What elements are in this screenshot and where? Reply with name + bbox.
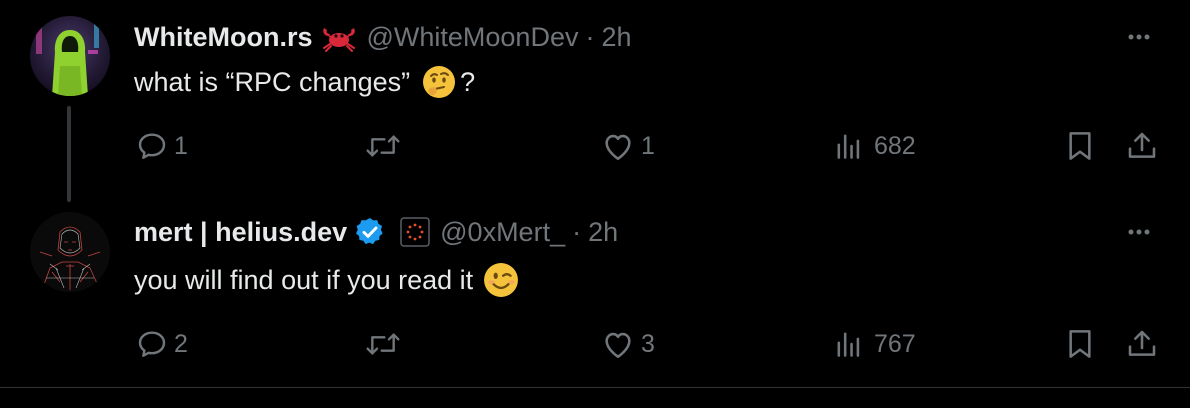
like-count: 1 xyxy=(641,131,655,160)
bookmark-icon xyxy=(1069,132,1091,160)
reply-count: 2 xyxy=(174,329,188,358)
reply-icon xyxy=(138,133,166,159)
handle[interactable]: @WhiteMoonDev xyxy=(366,22,578,53)
tweet-text: what is “RPC changes” ? xyxy=(134,60,475,104)
display-name[interactable]: mert | helius.dev xyxy=(134,217,347,248)
reply-button[interactable]: 1 xyxy=(136,126,188,166)
thinking-face-icon xyxy=(422,65,456,99)
separator-dot: · xyxy=(572,216,582,247)
repost-button[interactable] xyxy=(364,324,402,364)
reply-count: 1 xyxy=(174,131,188,160)
display-name[interactable]: WhiteMoon.rs xyxy=(134,22,312,53)
heart-icon xyxy=(605,332,631,359)
tweet-1[interactable]: WhiteMoon.rs @WhiteMoonDev · 2h what is … xyxy=(0,0,1190,202)
winking-face-icon xyxy=(483,262,519,298)
bookmark-icon xyxy=(1069,330,1091,358)
more-options-button[interactable] xyxy=(1124,217,1154,247)
action-bar: 1 1 682 xyxy=(0,126,1190,166)
tweet-header: mert | helius.dev @0xMert_ · 2h xyxy=(134,212,618,252)
helius-logo-icon[interactable] xyxy=(400,217,430,247)
tweet-text-body: you will find out if you read it xyxy=(134,264,474,295)
sketch-portrait-avatar-icon xyxy=(30,212,110,292)
share-button[interactable] xyxy=(1126,324,1158,364)
views-button[interactable]: 682 xyxy=(834,126,916,166)
like-button[interactable]: 3 xyxy=(601,324,655,364)
views-count: 767 xyxy=(874,329,916,358)
more-horizontal-icon xyxy=(1128,34,1150,40)
crab-icon xyxy=(320,22,358,52)
share-icon xyxy=(1128,330,1156,356)
reply-icon xyxy=(138,331,166,357)
tweet-text-body: what is “RPC changes” xyxy=(134,66,411,97)
avatar[interactable] xyxy=(30,16,110,96)
repost-icon xyxy=(366,135,400,157)
bookmark-button[interactable] xyxy=(1066,126,1094,166)
views-analytics-icon xyxy=(837,332,860,357)
views-button[interactable]: 767 xyxy=(834,324,916,364)
tweet-text: you will find out if you read it xyxy=(134,258,519,302)
heart-icon xyxy=(605,134,631,161)
verified-badge-icon xyxy=(354,216,386,248)
timestamp[interactable]: 2h xyxy=(601,22,631,53)
timestamp[interactable]: 2h xyxy=(588,217,618,248)
more-horizontal-icon xyxy=(1128,229,1150,235)
share-button[interactable] xyxy=(1126,126,1158,166)
like-button[interactable]: 1 xyxy=(601,126,655,166)
bookmark-button[interactable] xyxy=(1066,324,1094,364)
repost-icon xyxy=(366,333,400,355)
hooded-figure-avatar-icon xyxy=(30,16,110,96)
timeline-divider xyxy=(0,387,1190,388)
more-options-button[interactable] xyxy=(1124,22,1154,52)
share-icon xyxy=(1128,132,1156,158)
repost-button[interactable] xyxy=(364,126,402,166)
handle[interactable]: @0xMert_ xyxy=(440,217,565,248)
views-count: 682 xyxy=(874,131,916,160)
tweet-text-suffix: ? xyxy=(460,66,476,97)
like-count: 3 xyxy=(641,329,655,358)
avatar[interactable] xyxy=(30,212,110,292)
reply-button[interactable]: 2 xyxy=(136,324,188,364)
tweet-header: WhiteMoon.rs @WhiteMoonDev · 2h xyxy=(134,17,632,57)
views-analytics-icon xyxy=(837,134,860,159)
separator-dot: · xyxy=(585,21,595,52)
tweet-2[interactable]: mert | helius.dev @0xMert_ · 2h you will… xyxy=(0,200,1190,388)
action-bar: 2 3 767 xyxy=(0,324,1190,364)
